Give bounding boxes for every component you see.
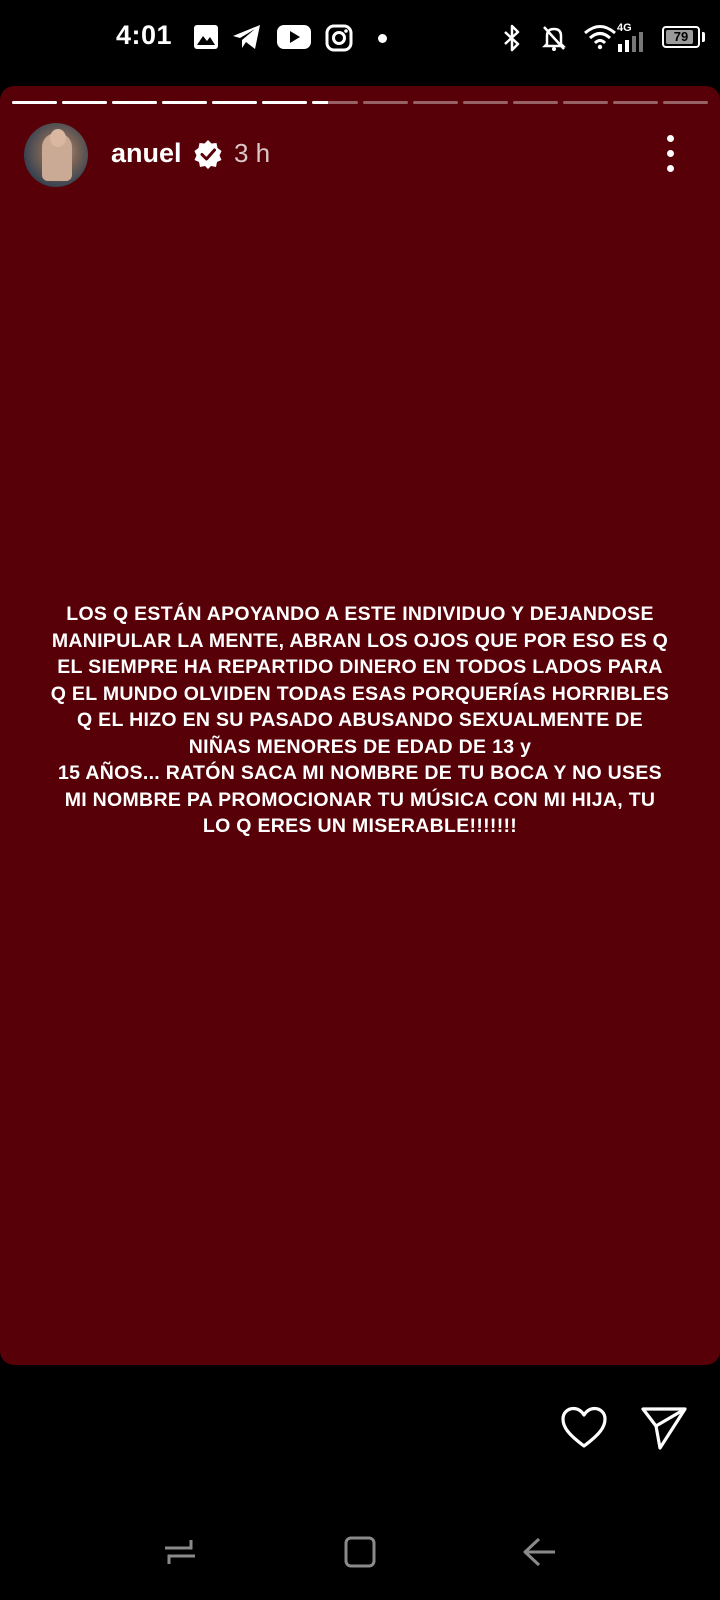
- progress-segment-fill: [62, 101, 108, 104]
- story-viewer[interactable]: anuel 3 h LOS Q ESTÁN APOYANDO A ESTE IN…: [0, 86, 720, 1365]
- battery-level: 79: [673, 29, 689, 44]
- progress-segment: [12, 101, 58, 104]
- progress-segment: [262, 101, 308, 104]
- clock: 4:01: [116, 20, 173, 50]
- back-icon[interactable]: [521, 1536, 557, 1568]
- story-timestamp: 3 h: [234, 138, 271, 168]
- progress-segment: [312, 101, 358, 104]
- progress-segment-fill: [212, 101, 258, 104]
- signal-icon: [618, 32, 643, 52]
- progress-segment: [362, 101, 408, 104]
- home-icon[interactable]: [343, 1535, 377, 1569]
- avatar-head: [50, 129, 66, 147]
- progress-segment: [612, 101, 659, 104]
- more-dot: [667, 165, 674, 172]
- instagram-icon: [325, 24, 353, 52]
- status-bar: 4:01 4G 79: [0, 0, 720, 80]
- telegram-icon: [233, 25, 260, 49]
- progress-segment: [62, 101, 108, 104]
- progress-segment: [462, 101, 508, 104]
- more-dot: [667, 135, 674, 142]
- progress-segment-fill: [112, 101, 158, 104]
- send-icon[interactable]: [640, 1404, 688, 1452]
- story-text: LOS Q ESTÁN APOYANDO A ESTE INDIVIDUO Y …: [50, 603, 670, 837]
- progress-segment-fill: [12, 101, 58, 104]
- wifi-icon: [584, 25, 616, 50]
- more-dot: [667, 150, 674, 157]
- verified-badge-icon: [194, 140, 222, 169]
- more-options-button[interactable]: [658, 132, 684, 176]
- recent-apps-icon[interactable]: [163, 1536, 197, 1568]
- gallery-icon: [194, 25, 218, 49]
- progress-segment-fill: [262, 101, 308, 104]
- heart-icon[interactable]: [560, 1406, 608, 1450]
- username[interactable]: anuel: [111, 138, 182, 169]
- battery-icon: 79: [662, 26, 700, 48]
- progress-segment: [562, 101, 608, 104]
- story-progress-bar: [12, 101, 709, 104]
- progress-segment: [412, 101, 458, 104]
- progress-segment: [663, 101, 709, 104]
- progress-segment: [512, 101, 558, 104]
- progress-segment: [162, 101, 208, 104]
- bluetooth-icon: [504, 24, 520, 52]
- progress-segment: [212, 101, 258, 104]
- mute-icon: [541, 26, 567, 51]
- progress-segment: [112, 101, 158, 104]
- avatar[interactable]: [24, 123, 88, 187]
- youtube-icon: [277, 25, 311, 49]
- dot-icon: [378, 34, 387, 43]
- progress-segment-fill: [162, 101, 208, 104]
- battery-tip: [702, 32, 705, 42]
- progress-segment-fill: [312, 101, 329, 104]
